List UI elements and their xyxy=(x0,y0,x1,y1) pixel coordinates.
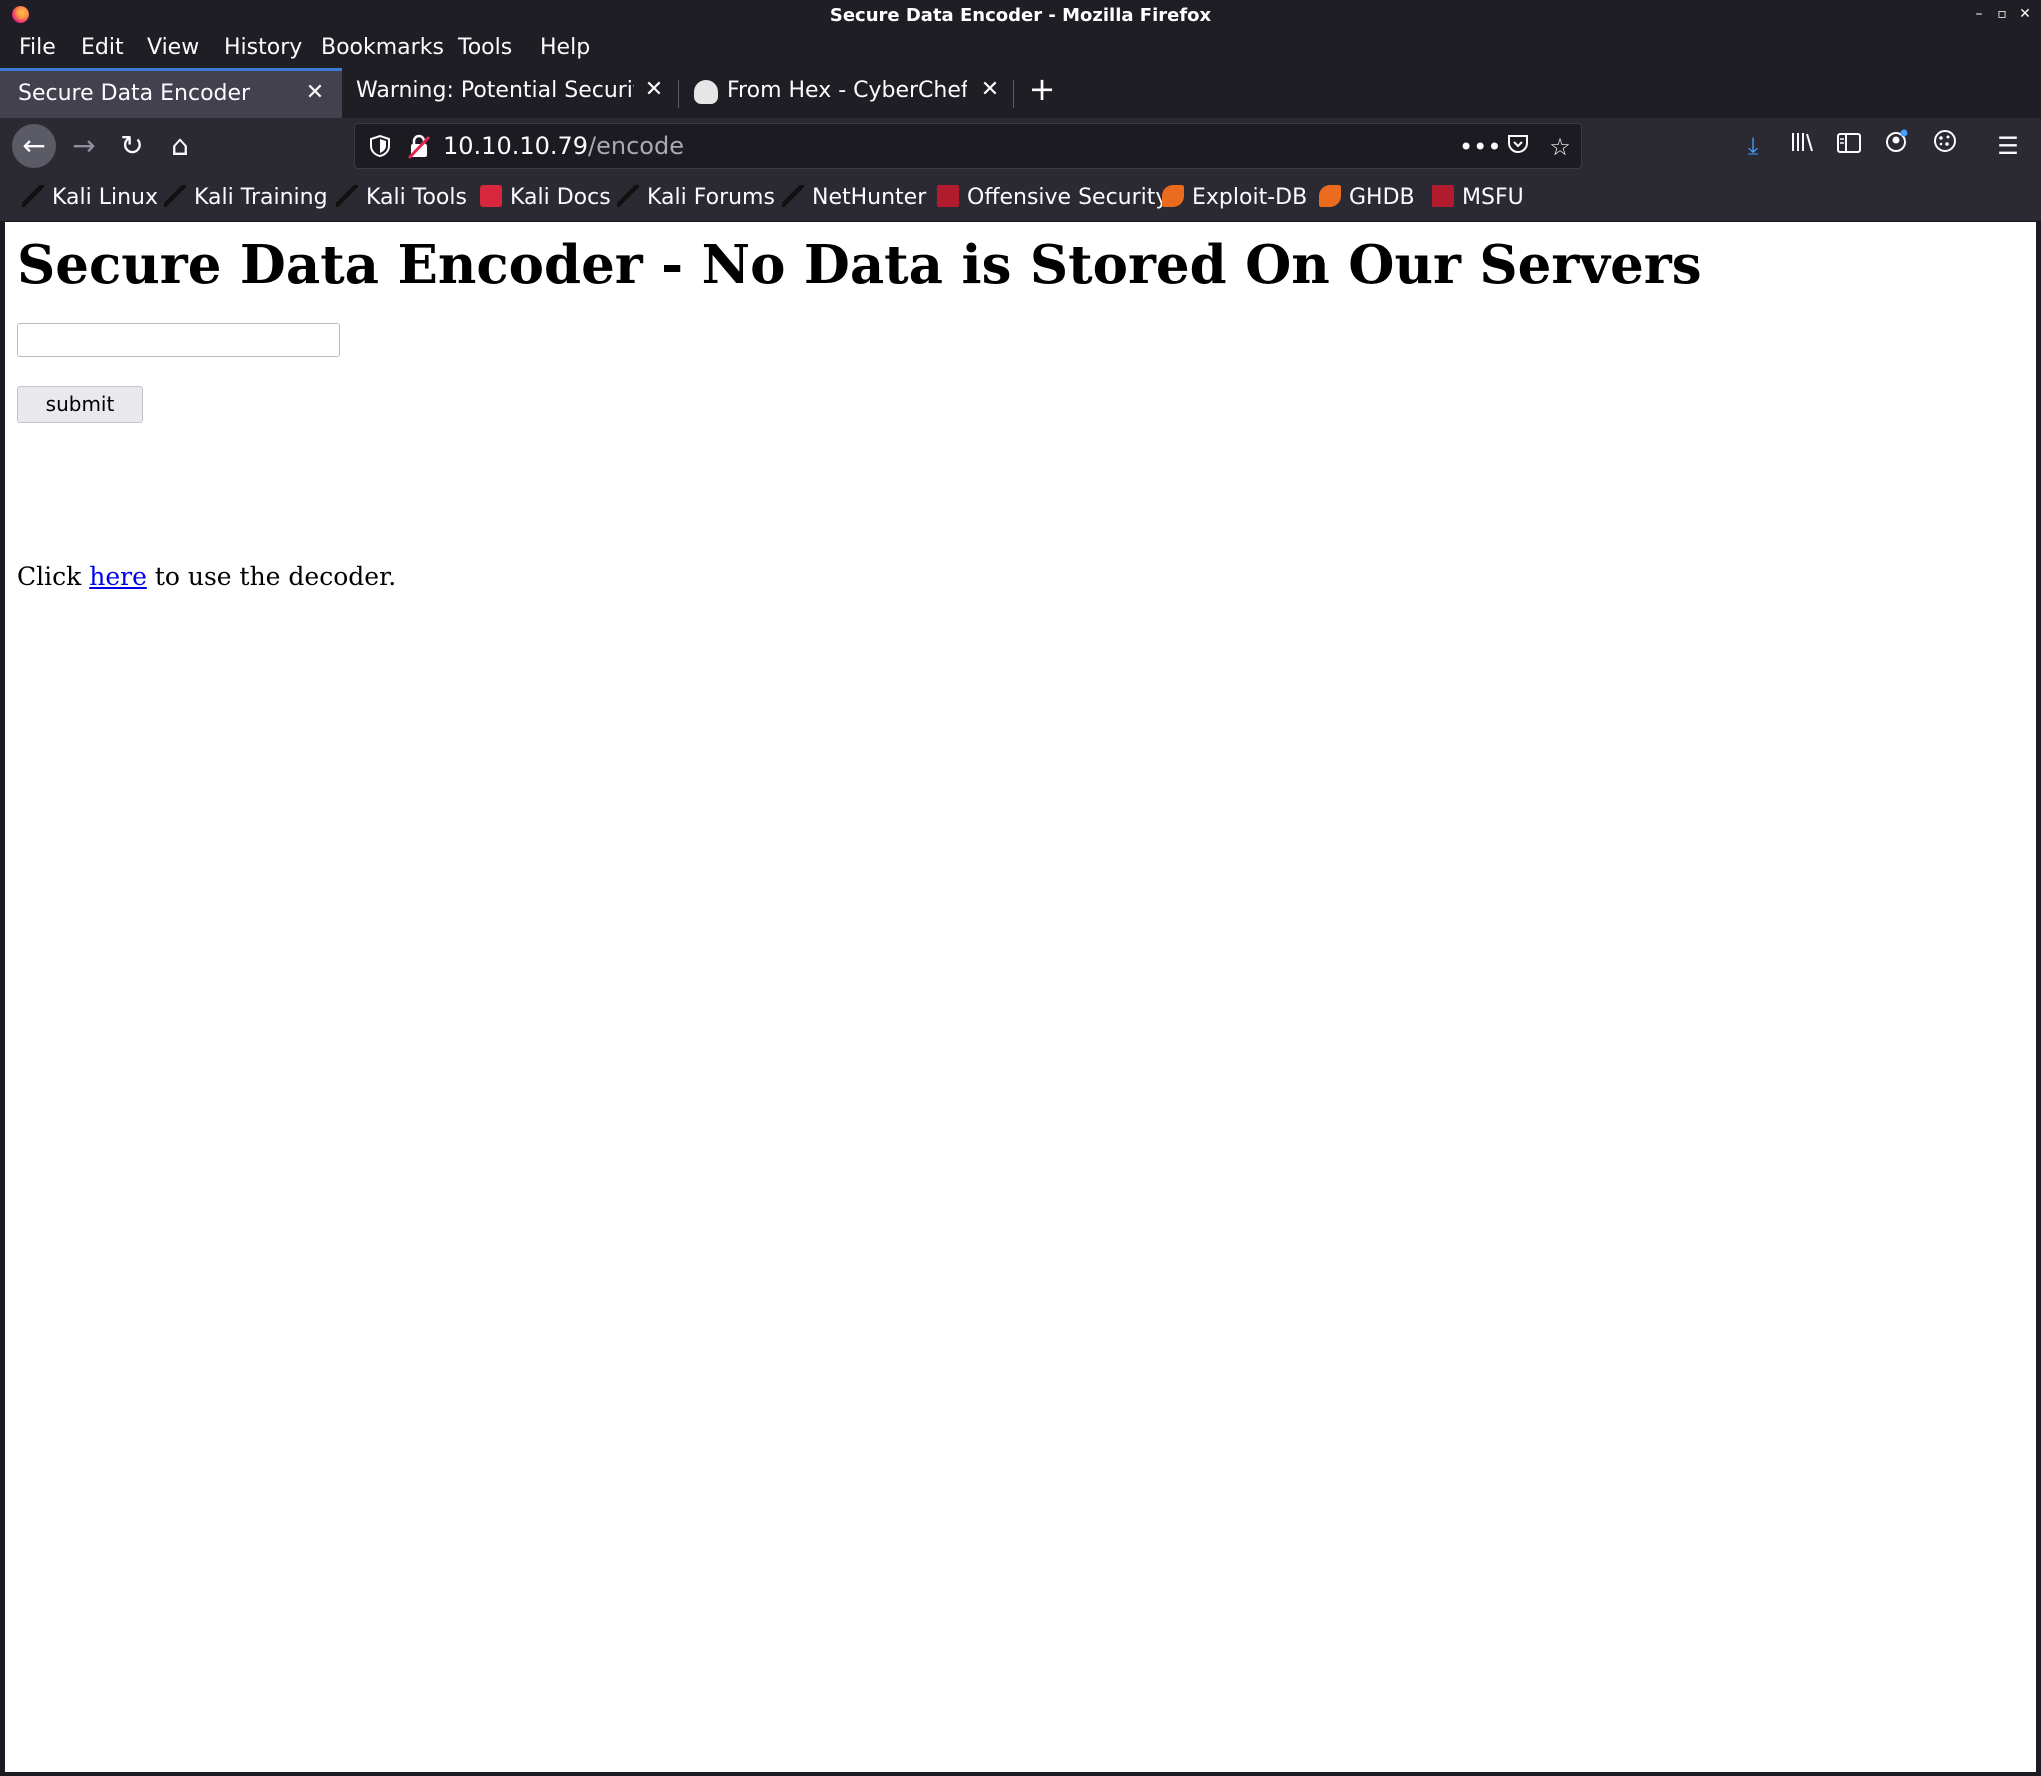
bookmark-exploit-db[interactable]: Exploit-DB xyxy=(1162,185,1307,213)
account-icon[interactable] xyxy=(1879,128,1915,164)
maximize-icon[interactable]: ▫ xyxy=(1992,4,2012,24)
window-title: Secure Data Encoder - Mozilla Firefox xyxy=(829,5,1212,26)
tab-strip: Secure Data Encoder ✕ Warning: Potential… xyxy=(0,68,2041,118)
menu-help[interactable]: Help xyxy=(540,35,590,60)
bookmark-kali-tools[interactable]: Kali Tools xyxy=(336,185,467,213)
window-titlebar: Secure Data Encoder - Mozilla Firefox – … xyxy=(0,0,2041,30)
tab-label: Secure Data Encoder xyxy=(18,81,251,106)
bookmark-label: Kali Docs xyxy=(510,185,611,210)
navigation-toolbar: ← → ↻ ⌂ 10.10.10.79/encode ••• ☆ ⤓ ☰ xyxy=(0,118,2041,174)
kali-dragon-icon xyxy=(164,185,186,207)
bookmark-star-icon[interactable]: ☆ xyxy=(1543,130,1577,164)
close-tab-icon[interactable]: ✕ xyxy=(642,78,666,102)
close-tab-icon[interactable]: ✕ xyxy=(978,78,1002,102)
offsec-icon xyxy=(1432,185,1454,207)
kali-docs-icon xyxy=(480,185,502,207)
home-button[interactable]: ⌂ xyxy=(158,124,202,168)
url-host: 10.10.10.79 xyxy=(443,132,589,160)
menu-tools[interactable]: Tools xyxy=(458,35,512,60)
tab-separator xyxy=(678,80,679,108)
menu-bar: File Edit View History Bookmarks Tools H… xyxy=(0,30,2041,68)
window-border-bottom xyxy=(0,1772,2041,1776)
bookmark-label: Kali Forums xyxy=(647,185,775,210)
bookmark-label: Kali Tools xyxy=(366,185,467,210)
tab-secure-data-encoder[interactable]: Secure Data Encoder ✕ xyxy=(0,68,342,118)
bookmark-ghdb[interactable]: GHDB xyxy=(1319,185,1415,213)
menu-bookmarks[interactable]: Bookmarks xyxy=(321,35,444,60)
window-border-left xyxy=(0,222,5,1776)
close-tab-icon[interactable]: ✕ xyxy=(303,81,327,105)
click-suffix: to use the decoder. xyxy=(146,562,397,591)
downloads-icon[interactable]: ⤓ xyxy=(1735,128,1771,164)
library-icon[interactable] xyxy=(1784,128,1820,164)
bookmark-kali-forums[interactable]: Kali Forums xyxy=(617,185,775,213)
bookmark-kali-docs[interactable]: Kali Docs xyxy=(480,185,611,213)
bookmark-label: GHDB xyxy=(1349,185,1415,210)
close-icon[interactable]: ✕ xyxy=(2015,4,2035,24)
page-content: Secure Data Encoder - No Data is Stored … xyxy=(5,222,2036,1772)
bookmarks-toolbar: Kali Linux Kali Training Kali Tools Kali… xyxy=(0,174,2041,222)
bookmark-nethunter[interactable]: NetHunter xyxy=(782,185,926,213)
pocket-icon[interactable] xyxy=(1501,130,1535,164)
back-button[interactable]: ← xyxy=(12,124,56,168)
reload-button[interactable]: ↻ xyxy=(110,124,154,168)
bookmark-offensive-security[interactable]: Offensive Security xyxy=(937,185,1168,213)
kali-dragon-icon xyxy=(782,185,804,207)
bookmark-label: NetHunter xyxy=(812,185,927,210)
menu-view[interactable]: View xyxy=(147,35,199,60)
encode-text-input[interactable] xyxy=(17,323,340,357)
insecure-connection-icon[interactable] xyxy=(407,134,431,160)
bookmark-msfu[interactable]: MSFU xyxy=(1432,185,1524,213)
kali-dragon-icon xyxy=(617,185,639,207)
exploit-db-icon xyxy=(1162,185,1184,207)
menu-history[interactable]: History xyxy=(224,35,302,60)
bookmark-kali-training[interactable]: Kali Training xyxy=(164,185,328,213)
menu-edit[interactable]: Edit xyxy=(81,35,124,60)
bookmark-kali-linux[interactable]: Kali Linux xyxy=(22,185,158,213)
submit-button[interactable]: submit xyxy=(17,386,143,423)
hamburger-menu-icon[interactable]: ☰ xyxy=(1990,128,2026,164)
bookmark-label: Kali Training xyxy=(194,185,328,210)
decoder-link-line: Click here to use the decoder. xyxy=(17,562,396,591)
tab-security-warning[interactable]: Warning: Potential Security Risk Ahead ✕ xyxy=(342,68,677,118)
kali-dragon-icon xyxy=(336,185,358,207)
page-actions-icon[interactable]: ••• xyxy=(1459,130,1501,164)
kali-dragon-icon xyxy=(22,185,44,207)
tab-separator xyxy=(1013,80,1014,108)
bookmark-label: MSFU xyxy=(1462,185,1524,210)
url-text[interactable]: 10.10.10.79/encode xyxy=(443,132,684,160)
forward-button[interactable]: → xyxy=(62,124,106,168)
page-heading: Secure Data Encoder - No Data is Stored … xyxy=(17,234,1702,296)
decoder-link[interactable]: here xyxy=(89,562,147,591)
tracking-protection-shield-icon[interactable] xyxy=(369,134,393,160)
sidebar-icon[interactable] xyxy=(1831,128,1867,164)
tab-label: From Hex - CyberChef xyxy=(727,78,967,103)
cookie-extension-icon[interactable] xyxy=(1927,128,1963,164)
offsec-icon xyxy=(937,185,959,207)
bookmark-label: Offensive Security xyxy=(967,185,1169,210)
bookmark-label: Kali Linux xyxy=(52,185,159,210)
tab-cyberchef[interactable]: From Hex - CyberChef ✕ xyxy=(680,68,1010,118)
bookmark-label: Exploit-DB xyxy=(1192,185,1308,210)
tab-label: Warning: Potential Security Risk Ahead xyxy=(356,78,634,103)
click-prefix: Click xyxy=(17,562,90,591)
menu-file[interactable]: File xyxy=(19,35,56,60)
exploit-db-icon xyxy=(1319,185,1341,207)
minimize-icon[interactable]: – xyxy=(1969,4,1989,24)
url-bar[interactable]: 10.10.10.79/encode ••• ☆ xyxy=(354,123,1582,169)
new-tab-button[interactable]: + xyxy=(1026,70,1058,110)
url-path: /encode xyxy=(588,132,684,160)
window-border-right xyxy=(2036,222,2041,1776)
